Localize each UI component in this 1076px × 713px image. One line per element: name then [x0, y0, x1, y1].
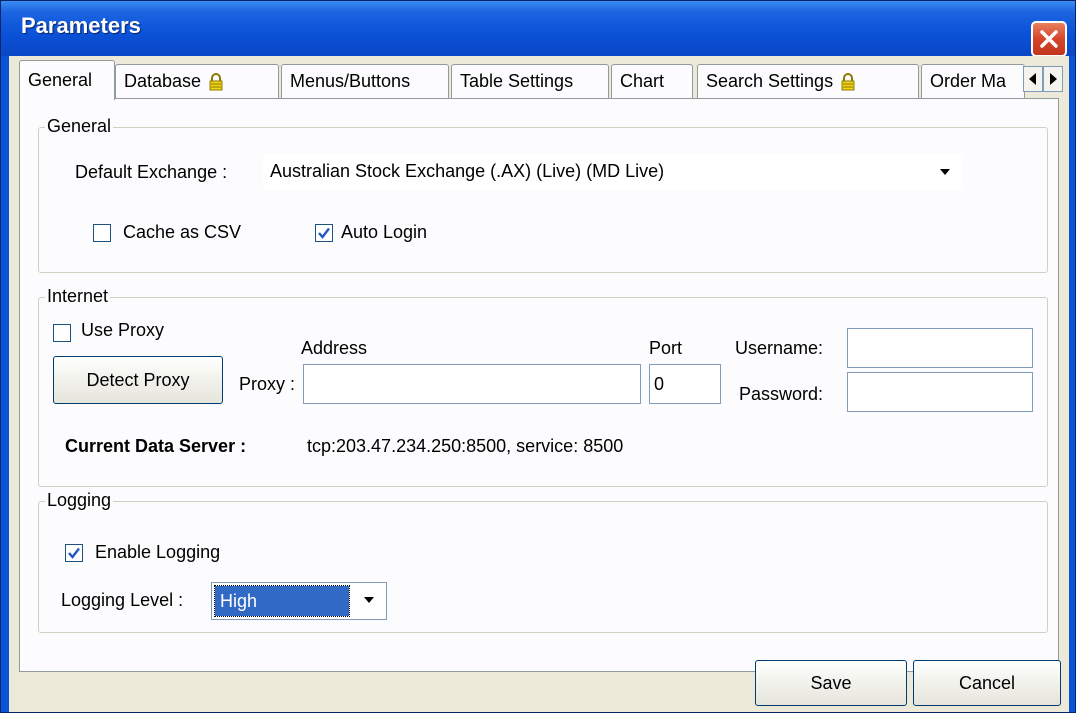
- tab-label: General: [28, 70, 93, 90]
- tab-general[interactable]: General: [19, 60, 115, 100]
- close-icon: [1040, 30, 1058, 48]
- password-input[interactable]: [847, 372, 1033, 412]
- logging-level-label: Logging Level :: [61, 590, 184, 610]
- username-label: Username:: [735, 338, 824, 358]
- group-legend: Internet: [45, 286, 111, 307]
- lock-icon: [209, 72, 223, 90]
- port-label: Port: [649, 338, 683, 358]
- proxy-port-input[interactable]: [649, 364, 721, 404]
- close-button[interactable]: [1031, 21, 1067, 57]
- proxy-address-input[interactable]: [303, 364, 641, 404]
- address-label: Address: [301, 338, 368, 358]
- detect-proxy-button[interactable]: Detect Proxy: [53, 356, 223, 404]
- tab-label: Order Ma: [930, 71, 1007, 91]
- auto-login-label: Auto Login: [341, 222, 428, 242]
- cache-csv-label: Cache as CSV: [123, 222, 242, 242]
- logging-level-value: High: [220, 591, 258, 611]
- tab-chart[interactable]: Chart: [611, 64, 693, 98]
- logging-level-select[interactable]: High: [211, 582, 387, 620]
- parameters-dialog: Parameters General Database Menus/Button…: [0, 0, 1076, 713]
- tab-search-settings[interactable]: Search Settings: [697, 64, 919, 98]
- save-button[interactable]: Save: [755, 660, 907, 706]
- internet-group: Internet Use Proxy Detect Proxy Address …: [38, 286, 1048, 487]
- group-legend: General: [45, 116, 114, 137]
- auto-login-checkbox[interactable]: [315, 224, 333, 242]
- checkmark-icon: [318, 227, 330, 239]
- tab-database[interactable]: Database: [115, 64, 279, 98]
- group-legend: Logging: [45, 490, 114, 511]
- checkmark-icon: [68, 547, 80, 559]
- title-bar[interactable]: Parameters: [1, 1, 1075, 57]
- tab-panel-general: General Default Exchange : Australian St…: [19, 98, 1059, 672]
- window-title: Parameters: [21, 13, 141, 38]
- tab-label: Menus/Buttons: [290, 71, 411, 91]
- tab-menus-buttons[interactable]: Menus/Buttons: [281, 64, 449, 98]
- proxy-label: Proxy :: [239, 374, 296, 394]
- tab-label: Database: [124, 71, 202, 91]
- triangle-left-icon: [1029, 73, 1036, 85]
- username-input[interactable]: [847, 328, 1033, 368]
- default-exchange-select[interactable]: Australian Stock Exchange (.AX) (Live) (…: [263, 154, 963, 190]
- current-data-server-value: tcp:203.47.234.250:8500, service: 8500: [307, 436, 624, 456]
- tab-scroll-left-button[interactable]: [1023, 66, 1043, 92]
- tab-scroll-buttons: [1023, 66, 1063, 92]
- dropdown-arrow-icon: [930, 157, 960, 187]
- default-exchange-value: Australian Stock Exchange (.AX) (Live) (…: [270, 161, 665, 181]
- tab-table-settings[interactable]: Table Settings: [451, 64, 609, 98]
- current-data-server-label: Current Data Server :: [65, 436, 247, 456]
- tab-scroll-right-button[interactable]: [1043, 66, 1063, 92]
- use-proxy-label: Use Proxy: [81, 320, 165, 340]
- triangle-right-icon: [1050, 73, 1057, 85]
- tab-order-management[interactable]: Order Ma: [921, 64, 1025, 98]
- logging-group: Logging Enable Logging Logging Level : H…: [38, 490, 1048, 633]
- dropdown-arrow-icon: [354, 585, 384, 615]
- default-exchange-label: Default Exchange :: [75, 162, 228, 182]
- cancel-button[interactable]: Cancel: [913, 660, 1061, 706]
- lock-icon: [841, 72, 855, 90]
- enable-logging-label: Enable Logging: [95, 542, 221, 562]
- cache-csv-checkbox[interactable]: [93, 224, 111, 242]
- use-proxy-checkbox[interactable]: [53, 324, 71, 342]
- password-label: Password:: [739, 384, 824, 404]
- dialog-content: General Database Menus/Buttons Table Set…: [9, 56, 1069, 712]
- general-group: General Default Exchange : Australian St…: [38, 116, 1048, 273]
- window-frame-left: [1, 56, 9, 712]
- tab-label: Search Settings: [706, 71, 834, 91]
- tab-label: Table Settings: [460, 71, 574, 91]
- tab-label: Chart: [620, 71, 665, 91]
- enable-logging-checkbox[interactable]: [65, 544, 83, 562]
